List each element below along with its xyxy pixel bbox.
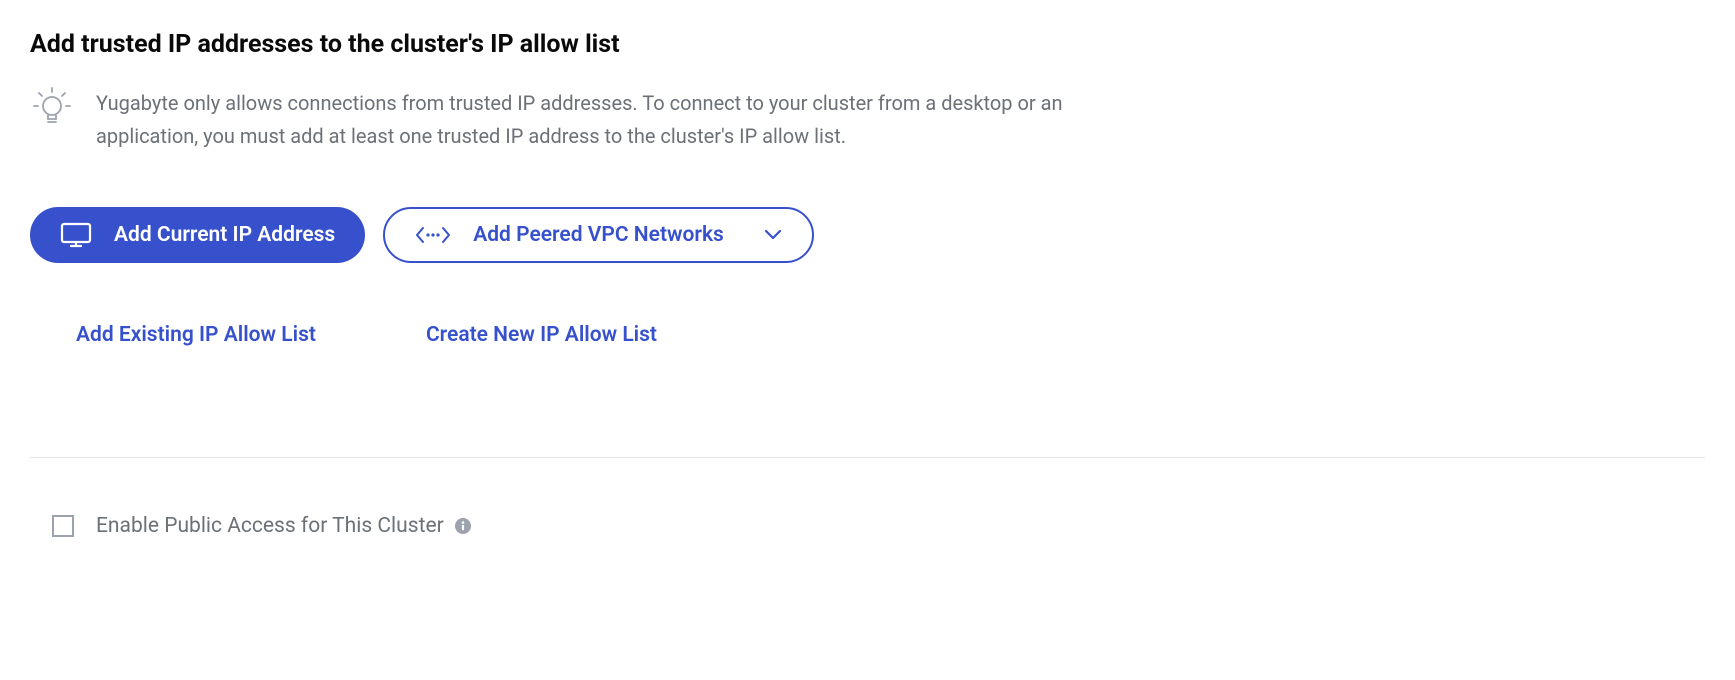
lightbulb-icon — [30, 85, 74, 129]
info-row: Yugabyte only allows connections from tr… — [30, 87, 1705, 153]
page-title: Add trusted IP addresses to the cluster'… — [30, 30, 1705, 59]
enable-public-access-text: Enable Public Access for This Cluster — [96, 514, 444, 538]
create-new-link[interactable]: Create New IP Allow List — [426, 323, 657, 347]
link-row: Add Existing IP Allow List Create New IP… — [30, 323, 1705, 347]
add-existing-link[interactable]: Add Existing IP Allow List — [76, 323, 316, 347]
add-current-ip-label: Add Current IP Address — [114, 223, 335, 247]
add-peered-vpc-label: Add Peered VPC Networks — [473, 223, 724, 247]
chevron-down-icon — [764, 229, 782, 241]
enable-public-access-row: Enable Public Access for This Cluster — [30, 514, 1705, 538]
monitor-icon — [60, 221, 92, 249]
add-peered-vpc-button[interactable]: Add Peered VPC Networks — [383, 207, 814, 263]
button-row: Add Current IP Address Add Peered VPC Ne… — [30, 207, 1705, 263]
enable-public-access-label: Enable Public Access for This Cluster — [96, 514, 472, 538]
info-circle-icon[interactable] — [454, 517, 472, 535]
add-current-ip-button[interactable]: Add Current IP Address — [30, 207, 365, 263]
network-icon — [415, 224, 451, 246]
info-description: Yugabyte only allows connections from tr… — [96, 87, 1096, 153]
divider — [30, 457, 1705, 458]
enable-public-access-checkbox[interactable] — [52, 515, 74, 537]
